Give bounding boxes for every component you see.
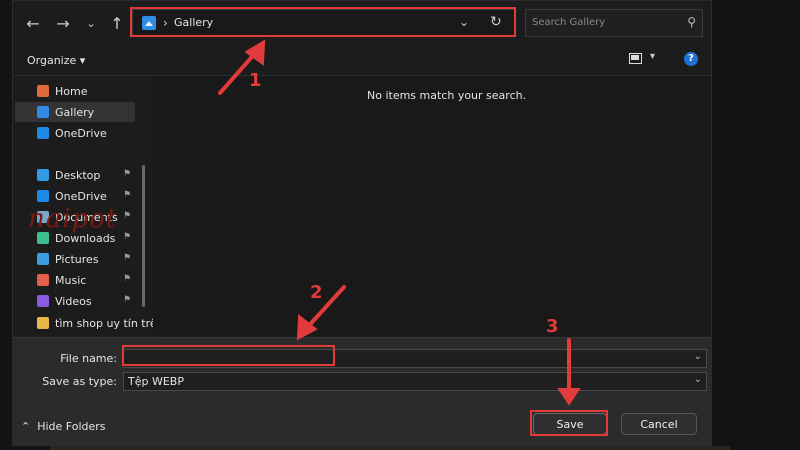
step-number-2: 2 [310,282,323,303]
arrowhead-step-3 [557,388,581,406]
step-number-1: 1 [249,70,262,91]
annotation-arrows [218,39,581,406]
step-number-3: 3 [546,316,559,337]
